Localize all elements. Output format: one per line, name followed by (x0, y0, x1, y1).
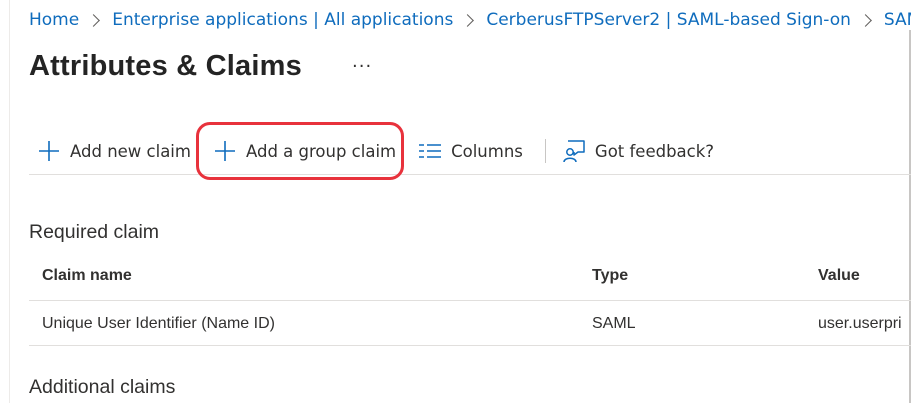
more-options-button[interactable]: ··· (352, 56, 372, 77)
header-divider (29, 300, 911, 301)
chevron-right-icon (87, 13, 101, 27)
breadcrumb-saml[interactable]: SAM (884, 10, 911, 30)
add-new-claim-button[interactable]: Add new claim (37, 133, 191, 169)
columns-label: Columns (451, 141, 523, 161)
column-header-claim-name[interactable]: Claim name (42, 267, 132, 285)
breadcrumb-home[interactable]: Home (29, 10, 79, 30)
feedback-button[interactable]: Got feedback? (562, 133, 714, 169)
columns-button[interactable]: Columns (418, 133, 523, 169)
breadcrumb-enterprise-apps[interactable]: Enterprise applications | All applicatio… (112, 10, 453, 30)
claim-value-cell: user.userpri (818, 315, 902, 332)
chevron-right-icon (461, 13, 475, 27)
breadcrumb-app-sso[interactable]: CerberusFTPServer2 | SAML-based Sign-on (486, 10, 851, 30)
highlight-annotation (196, 122, 404, 180)
feedback-person-icon (563, 140, 585, 163)
toolbar-divider-line (29, 174, 911, 175)
claim-name-cell: Unique User Identifier (Name ID) (42, 315, 275, 332)
row-divider (29, 345, 911, 346)
page-title: Attributes & Claims (29, 50, 302, 82)
required-claim-heading: Required claim (29, 221, 160, 243)
columns-icon (419, 144, 442, 158)
left-border (9, 0, 10, 403)
claim-type-cell: SAML (592, 315, 636, 332)
add-new-claim-label: Add new claim (70, 141, 191, 161)
toolbar-divider (544, 139, 546, 163)
feedback-label: Got feedback? (594, 141, 715, 161)
column-header-type[interactable]: Type (592, 267, 628, 285)
additional-claims-heading: Additional claims (29, 376, 176, 398)
column-header-value[interactable]: Value (818, 267, 860, 285)
chevron-right-icon (859, 13, 872, 27)
breadcrumb: Home Enterprise applications | All appli… (29, 10, 911, 30)
plus-icon (39, 141, 59, 161)
